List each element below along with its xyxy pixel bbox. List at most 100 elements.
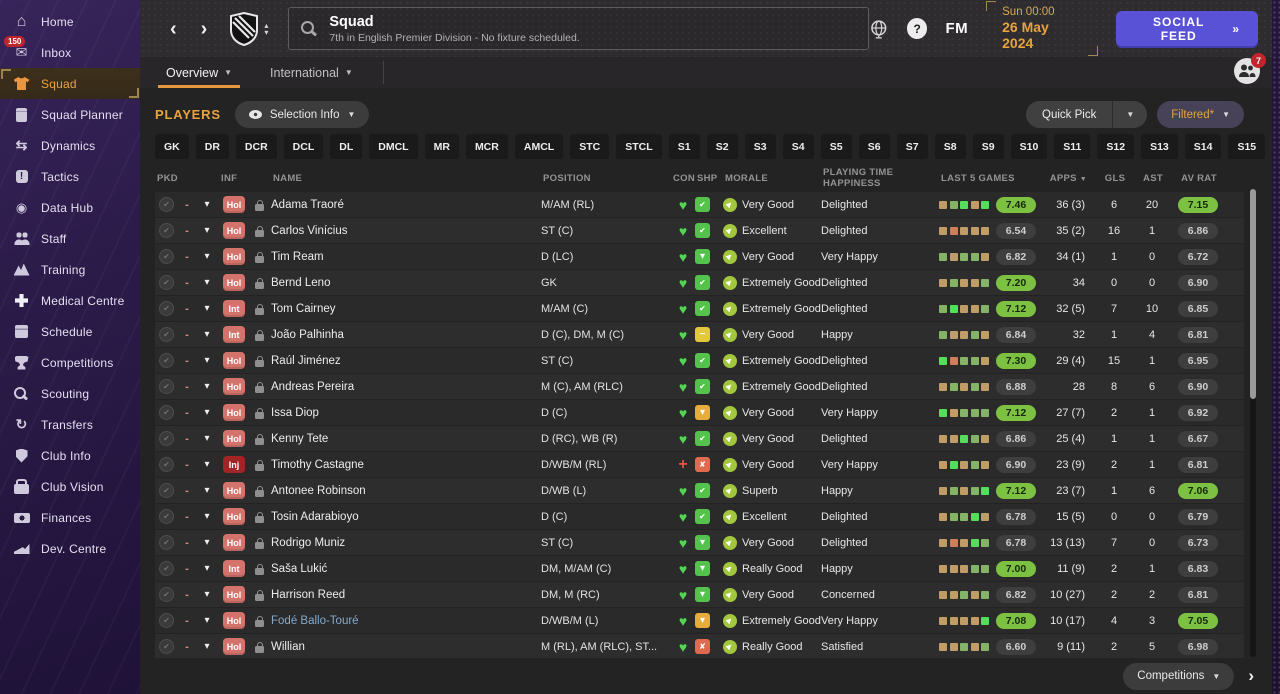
col-header-apps[interactable]: APPS ▼ — [1039, 173, 1095, 184]
position-filter-button[interactable]: S8 — [934, 134, 966, 159]
row-checkbox[interactable]: ✔ — [159, 327, 174, 342]
sidebar-item[interactable]: Home — [0, 6, 140, 37]
row-checkbox[interactable]: ✔ — [159, 197, 174, 212]
row-checkbox[interactable]: ✔ — [159, 639, 174, 654]
row-chevron-down-icon[interactable]: ▾ — [195, 511, 219, 522]
position-filter-button[interactable]: S12 — [1097, 134, 1135, 159]
position-filter-button[interactable]: S10 — [1010, 134, 1048, 159]
info-badge[interactable]: Hol — [223, 586, 245, 603]
info-badge[interactable]: Hol — [223, 378, 245, 395]
social-feed-button[interactable]: SOCIAL FEED » — [1116, 11, 1258, 46]
position-filter-button[interactable]: MR — [424, 134, 459, 159]
quick-pick-button[interactable]: Quick Pick ▼ — [1026, 101, 1148, 128]
row-checkbox[interactable]: ✔ — [159, 483, 174, 498]
row-chevron-down-icon[interactable]: ▾ — [195, 381, 219, 392]
table-row[interactable]: ✔ - ▾ Int João Palhinha D (C), DM, M (C)… — [155, 322, 1244, 347]
player-name[interactable]: Kenny Tete — [271, 433, 541, 445]
player-name[interactable]: Adama Traoré — [271, 199, 541, 211]
tab-international[interactable]: International ▼ — [262, 57, 361, 88]
row-chevron-down-icon[interactable]: ▾ — [195, 537, 219, 548]
position-filter-button[interactable]: AMCL — [514, 134, 564, 159]
sidebar-item[interactable]: Club Info — [0, 440, 140, 471]
nav-forward-icon[interactable]: › — [189, 19, 220, 39]
table-row[interactable]: ✔ - ▾ Int Tom Cairney M/AM (C) ▶ Extreme… — [155, 296, 1244, 321]
sidebar-item[interactable]: Finances — [0, 502, 140, 533]
position-filter-button[interactable]: MCR — [465, 134, 508, 159]
tab-overview[interactable]: Overview ▼ — [158, 57, 241, 88]
table-row[interactable]: ✔ - ▾ Hol Issa Diop D (C) ▶ Very Good — [155, 400, 1244, 425]
position-filter-button[interactable]: S11 — [1054, 134, 1091, 159]
col-header-pkd[interactable]: PKD — [155, 173, 219, 184]
position-filter-button[interactable]: S1 — [668, 134, 700, 159]
col-header-position[interactable]: POSITION — [541, 173, 671, 184]
position-filter-button[interactable]: S6 — [858, 134, 890, 159]
col-header-name[interactable]: NAME — [271, 173, 541, 184]
search-title-box[interactable]: Squad 7th in English Premier Division - … — [288, 7, 870, 50]
row-checkbox[interactable]: ✔ — [159, 561, 174, 576]
row-chevron-down-icon[interactable]: ▾ — [195, 251, 219, 262]
table-row[interactable]: ✔ - ▾ Hol Bernd Leno GK ▶ Extremely Good — [155, 270, 1244, 295]
vertical-scrollbar[interactable] — [1250, 189, 1256, 657]
quick-pick-dropdown[interactable]: ▼ — [1112, 101, 1147, 128]
table-row[interactable]: ✔ - ▾ Hol Willian M (RL), AM (RLC), ST..… — [155, 634, 1244, 659]
info-badge[interactable]: Hol — [223, 638, 245, 655]
player-name[interactable]: Andreas Pereira — [271, 381, 541, 393]
row-checkbox[interactable]: ✔ — [159, 613, 174, 628]
sidebar-item[interactable]: Inbox 150 — [0, 36, 140, 68]
sidebar-item[interactable]: Squad Planner — [0, 99, 140, 130]
info-badge[interactable]: Int — [223, 300, 245, 317]
player-name[interactable]: Saša Lukić — [271, 563, 541, 575]
sidebar-item[interactable]: Tactics — [0, 161, 140, 192]
row-chevron-down-icon[interactable]: ▾ — [195, 563, 219, 574]
sidebar-item[interactable]: Scouting — [0, 378, 140, 409]
table-row[interactable]: ✔ - ▾ Hol Andreas Pereira M (C), AM (RLC… — [155, 374, 1244, 399]
row-checkbox[interactable]: ✔ — [159, 509, 174, 524]
sidebar-item[interactable]: Staff — [0, 223, 140, 254]
player-name[interactable]: Tom Cairney — [271, 303, 541, 315]
player-name[interactable]: Bernd Leno — [271, 277, 541, 289]
sidebar-item[interactable]: Training — [0, 254, 140, 285]
position-filter-button[interactable]: S7 — [896, 134, 928, 159]
player-name[interactable]: Tim Ream — [271, 251, 541, 263]
sidebar-item[interactable]: Dynamics — [0, 130, 140, 161]
row-checkbox[interactable]: ✔ — [159, 405, 174, 420]
position-filter-button[interactable]: DCR — [235, 134, 277, 159]
nav-back-icon[interactable]: ‹ — [158, 19, 189, 39]
position-filter-button[interactable]: S15 — [1228, 134, 1266, 159]
info-badge[interactable]: Hol — [223, 430, 245, 447]
row-checkbox[interactable]: ✔ — [159, 275, 174, 290]
player-name[interactable]: João Palhinha — [271, 329, 541, 341]
info-badge[interactable]: Hol — [223, 196, 245, 213]
sidebar-item[interactable]: Transfers — [0, 409, 140, 440]
position-filter-button[interactable]: S3 — [744, 134, 776, 159]
selection-info-dropdown[interactable]: Selection Info ▼ — [234, 101, 370, 128]
position-filter-button[interactable]: S13 — [1141, 134, 1178, 159]
player-name[interactable]: Harrison Reed — [271, 589, 541, 601]
next-panel-chevron-icon[interactable]: › — [1248, 666, 1254, 686]
row-checkbox[interactable]: ✔ — [159, 431, 174, 446]
row-checkbox[interactable]: ✔ — [159, 587, 174, 602]
team-switcher-chevrons-icon[interactable]: ▴ ▾ — [264, 21, 268, 36]
table-row[interactable]: ✔ - ▾ Hol Harrison Reed DM, M (RC) ▶ Ver… — [155, 582, 1244, 607]
row-chevron-down-icon[interactable]: ▾ — [195, 589, 219, 600]
scrollbar-thumb[interactable] — [1250, 189, 1256, 399]
row-chevron-down-icon[interactable]: ▾ — [195, 459, 219, 470]
info-badge[interactable]: Hol — [223, 274, 245, 291]
info-badge[interactable]: Hol — [223, 404, 245, 421]
row-chevron-down-icon[interactable]: ▾ — [195, 225, 219, 236]
table-row[interactable]: ✔ - ▾ Hol Kenny Tete D (RC), WB (R) ▶ Ve… — [155, 426, 1244, 451]
row-checkbox[interactable]: ✔ — [159, 379, 174, 394]
col-header-playing-time-happiness[interactable]: PLAYING TIME HAPPINESS — [821, 167, 939, 189]
row-checkbox[interactable]: ✔ — [159, 457, 174, 472]
row-chevron-down-icon[interactable]: ▾ — [195, 407, 219, 418]
world-icon[interactable] — [869, 19, 889, 39]
info-badge[interactable]: Hol — [223, 482, 245, 499]
position-filter-button[interactable]: S5 — [820, 134, 852, 159]
info-badge[interactable]: Inj — [223, 456, 245, 473]
row-checkbox[interactable]: ✔ — [159, 535, 174, 550]
col-header-gls[interactable]: GLS — [1095, 173, 1133, 184]
position-filter-button[interactable]: S9 — [972, 134, 1004, 159]
player-name[interactable]: Antonee Robinson — [271, 485, 541, 497]
info-badge[interactable]: Int — [223, 560, 245, 577]
table-row[interactable]: ✔ - ▾ Hol Tosin Adarabioyo D (C) ▶ Excel… — [155, 504, 1244, 529]
